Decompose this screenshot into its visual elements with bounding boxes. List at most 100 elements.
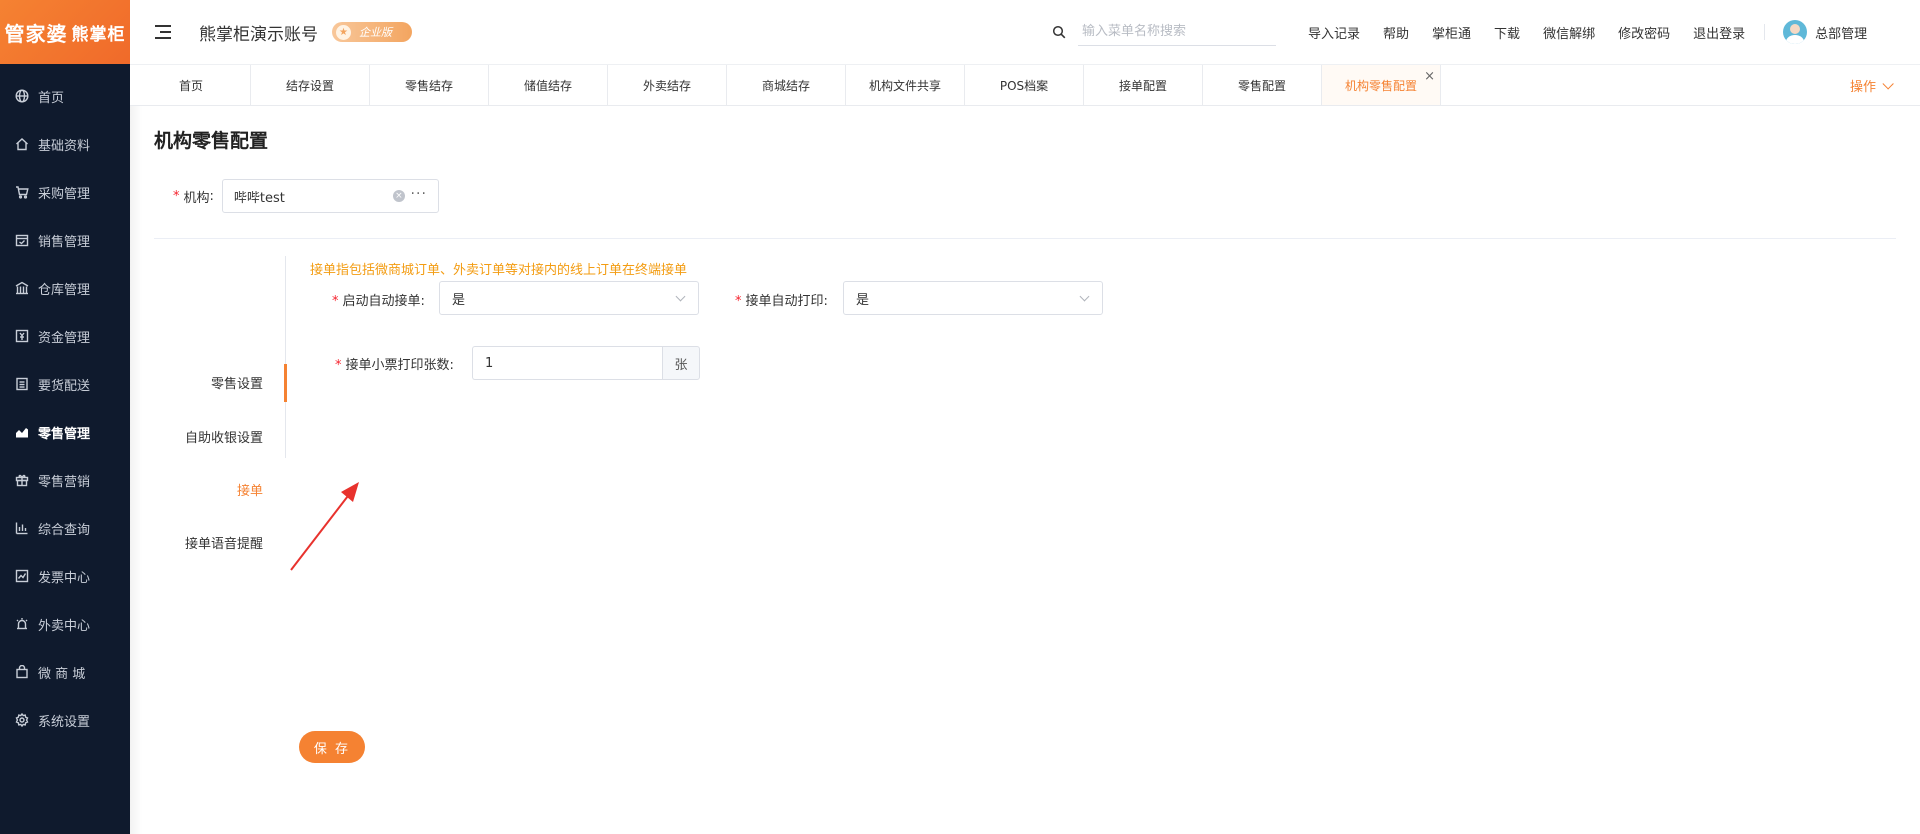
sidebar-item-sales[interactable]: 销售管理 (0, 216, 130, 264)
tab-label: 储值结存 (523, 78, 572, 93)
calendar-icon (15, 233, 29, 247)
section-divider (154, 238, 1896, 239)
money-icon (15, 329, 29, 343)
sidebar-item-takeout[interactable]: 外卖中心 (0, 600, 130, 648)
link-import-records[interactable]: 导入记录 (1308, 23, 1360, 42)
sidebar-item-basic-data[interactable]: 基础资料 (0, 120, 130, 168)
operations-label: 操作 (1849, 80, 1876, 95)
clear-icon[interactable]: × (392, 190, 405, 202)
user-name: 总部管理 (1815, 26, 1868, 42)
tab-label: POS档案 (999, 78, 1049, 93)
auto-accept-select[interactable]: 是 (439, 281, 699, 315)
user-menu[interactable]: 总部管理 (1783, 20, 1867, 44)
nav-order-accept[interactable]: 接单 (237, 480, 263, 499)
sidebar-item-invoice[interactable]: 发票中心 (0, 552, 130, 600)
print-count-label-text: 接单小票打印张数 (345, 358, 450, 373)
more-icon[interactable]: ··· (411, 186, 427, 202)
sidebar-item-label: 采购管理 (38, 186, 91, 202)
tab-label: 首页 (178, 78, 203, 93)
link-change-password[interactable]: 修改密码 (1618, 23, 1670, 42)
sidebar-item-label: 发票中心 (38, 570, 91, 586)
annotation-arrow-icon (290, 482, 359, 571)
home-icon (15, 137, 29, 151)
edition-badge-label: 企业版 (359, 26, 392, 39)
org-field: * 机构 : 哔哔test × ··· (173, 179, 439, 213)
sidebar-menu: 首页 基础资料 采购管理 销售管理 仓库管理 资金管理 要货配送 零售管理 零售… (0, 64, 130, 744)
org-value: 哔哔test (233, 190, 285, 206)
sidebar-item-label: 综合查询 (38, 522, 91, 538)
tab-org-retail-config[interactable]: 机构零售配置 × (1322, 65, 1441, 105)
org-selector[interactable]: 哔哔test × ··· (221, 179, 439, 213)
tab-pos-archive[interactable]: POS档案 (965, 65, 1084, 105)
tab-balance-settings[interactable]: 结存设置 (251, 65, 370, 105)
sidebar-item-label: 系统设置 (38, 714, 91, 730)
top-links: 导入记录 帮助 掌柜通 下载 微信解绑 修改密码 退出登录 总部管理 (1308, 0, 1867, 64)
sidebar-item-mall[interactable]: 微 商 城 (0, 648, 130, 696)
required-mark: * (332, 294, 339, 309)
auto-accept-label: * 启动自动接单: (332, 294, 425, 309)
tab-order-config[interactable]: 接单配置 (1084, 65, 1203, 105)
operations-dropdown[interactable]: 操作 (1849, 65, 1894, 106)
list-icon (15, 377, 29, 391)
tab-label: 机构零售配置 (1344, 78, 1417, 93)
required-mark: * (735, 294, 742, 309)
sidebar-item-settings[interactable]: 系统设置 (0, 696, 130, 744)
link-zhangguitong[interactable]: 掌柜通 (1432, 23, 1471, 42)
print-count-field: 张 (472, 346, 700, 380)
tab-retail-config[interactable]: 零售配置 (1203, 65, 1322, 105)
tab-takeout-balance[interactable]: 外卖结存 (608, 65, 727, 105)
label-colon: : (209, 188, 214, 204)
required-mark: * (335, 358, 342, 373)
bar-chart-icon (15, 521, 29, 535)
sidebar-item-retail[interactable]: 零售管理 (0, 408, 130, 456)
page-title: 机构零售配置 (154, 130, 269, 152)
print-count-input[interactable] (472, 346, 662, 380)
link-wechat-unbind[interactable]: 微信解绑 (1543, 23, 1595, 42)
sidebar-item-query[interactable]: 综合查询 (0, 504, 130, 552)
auto-print-select[interactable]: 是 (843, 281, 1103, 315)
tab-label: 机构文件共享 (868, 78, 941, 93)
save-button[interactable]: 保 存 (299, 731, 365, 763)
sidebar: 管家婆 熊掌柜 首页 基础资料 采购管理 销售管理 仓库管理 资金管理 要货配送… (0, 0, 130, 834)
auto-accept-value: 是 (452, 292, 466, 308)
tab-file-share[interactable]: 机构文件共享 (846, 65, 965, 105)
sidebar-item-label: 外卖中心 (38, 618, 91, 634)
alarm-icon (15, 617, 29, 631)
trend-icon (15, 569, 29, 583)
sidebar-item-marketing[interactable]: 零售营销 (0, 456, 130, 504)
nav-self-checkout-settings[interactable]: 自助收银设置 (185, 427, 263, 446)
nav-retail-settings[interactable]: 零售设置 (211, 373, 263, 392)
logo-text-secondary: 熊掌柜 (71, 24, 126, 45)
sidebar-item-home[interactable]: 首页 (0, 72, 130, 120)
sidebar-item-purchase[interactable]: 采购管理 (0, 168, 130, 216)
edition-badge: ★ 企业版 (332, 22, 412, 42)
link-help[interactable]: 帮助 (1383, 23, 1409, 42)
tab-label: 外卖结存 (642, 78, 691, 93)
tab-retail-balance[interactable]: 零售结存 (370, 65, 489, 105)
print-count-unit: 张 (662, 346, 700, 380)
link-download[interactable]: 下载 (1494, 23, 1520, 42)
sidebar-item-delivery[interactable]: 要货配送 (0, 360, 130, 408)
close-icon[interactable]: × (1424, 70, 1435, 83)
gear-icon (15, 713, 29, 727)
menu-search-input[interactable] (1078, 18, 1276, 46)
auto-print-value: 是 (856, 292, 870, 308)
brand-logo[interactable]: 管家婆 熊掌柜 (0, 0, 130, 64)
sidebar-item-warehouse[interactable]: 仓库管理 (0, 264, 130, 312)
chart-icon (15, 425, 29, 439)
header-divider (1764, 24, 1766, 40)
tab-home[interactable]: 首页 (132, 65, 251, 105)
sidebar-item-label: 销售管理 (38, 234, 91, 250)
sidebar-item-label: 零售管理 (38, 426, 91, 442)
tab-label: 接单配置 (1118, 78, 1167, 93)
search-icon[interactable] (1052, 25, 1066, 39)
tab-stored-value-balance[interactable]: 储值结存 (489, 65, 608, 105)
tab-mall-balance[interactable]: 商城结存 (727, 65, 846, 105)
link-logout[interactable]: 退出登录 (1693, 23, 1745, 42)
sidebar-item-label: 资金管理 (38, 330, 91, 346)
sidebar-item-funds[interactable]: 资金管理 (0, 312, 130, 360)
nav-voice-reminder[interactable]: 接单语音提醒 (185, 533, 263, 552)
logo-text-primary: 管家婆 (4, 21, 68, 46)
active-indicator (284, 364, 287, 402)
menu-toggle-icon[interactable] (155, 25, 171, 39)
